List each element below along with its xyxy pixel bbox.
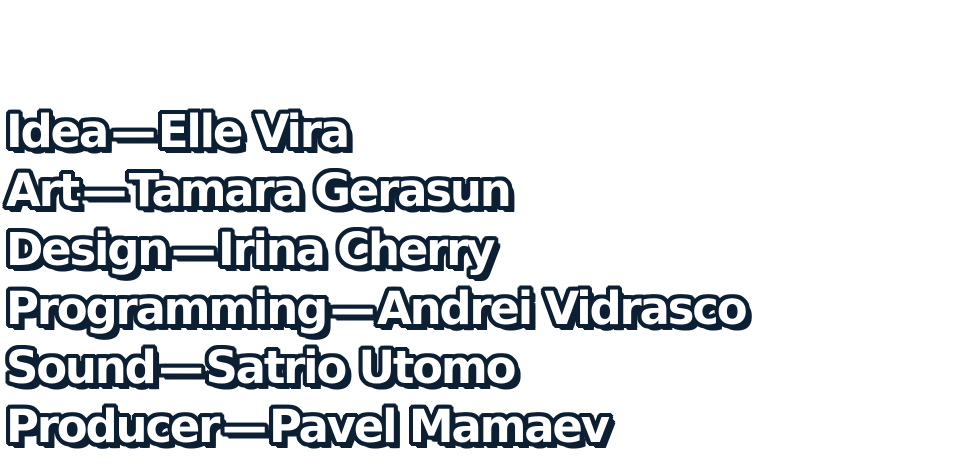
credit-role: Programming <box>6 282 328 335</box>
credit-line-producer: Producer—Pavel Mamaev <box>6 397 745 456</box>
credit-line-sound: Sound—Satrio Utomo <box>6 338 745 397</box>
credit-line-art: Art—Tamara Gerasun <box>6 161 745 220</box>
credit-separator: — <box>330 282 375 335</box>
credit-name: Andrei Vidrasco <box>376 282 748 335</box>
credit-separator: — <box>81 164 127 217</box>
credits-list: Idea—Elle Vira Art—Tamara Gerasun Design… <box>6 102 748 456</box>
credit-name: Pavel Mamaev <box>268 400 610 453</box>
credit-name: Elle Vira <box>157 105 350 158</box>
credit-name: Satrio Utomo <box>205 341 516 394</box>
credit-role: Art <box>6 164 80 217</box>
credit-separator: — <box>158 341 204 394</box>
credit-role: Design <box>6 223 169 276</box>
credit-separator: — <box>111 105 156 158</box>
credit-separator: — <box>222 400 267 453</box>
credit-role: Idea <box>6 105 109 158</box>
credit-line-idea: Idea—Elle Vira <box>6 102 745 161</box>
credit-separator: — <box>171 223 216 276</box>
credit-line-design: Design—Irina Cherry <box>6 220 745 279</box>
credit-name: Tamara Gerasun <box>128 164 512 217</box>
credit-role: Sound <box>6 341 157 394</box>
credit-name: Irina Cherry <box>217 223 496 276</box>
credit-role: Producer <box>6 400 220 453</box>
credit-line-programming: Programming—Andrei Vidrasco <box>6 279 748 338</box>
